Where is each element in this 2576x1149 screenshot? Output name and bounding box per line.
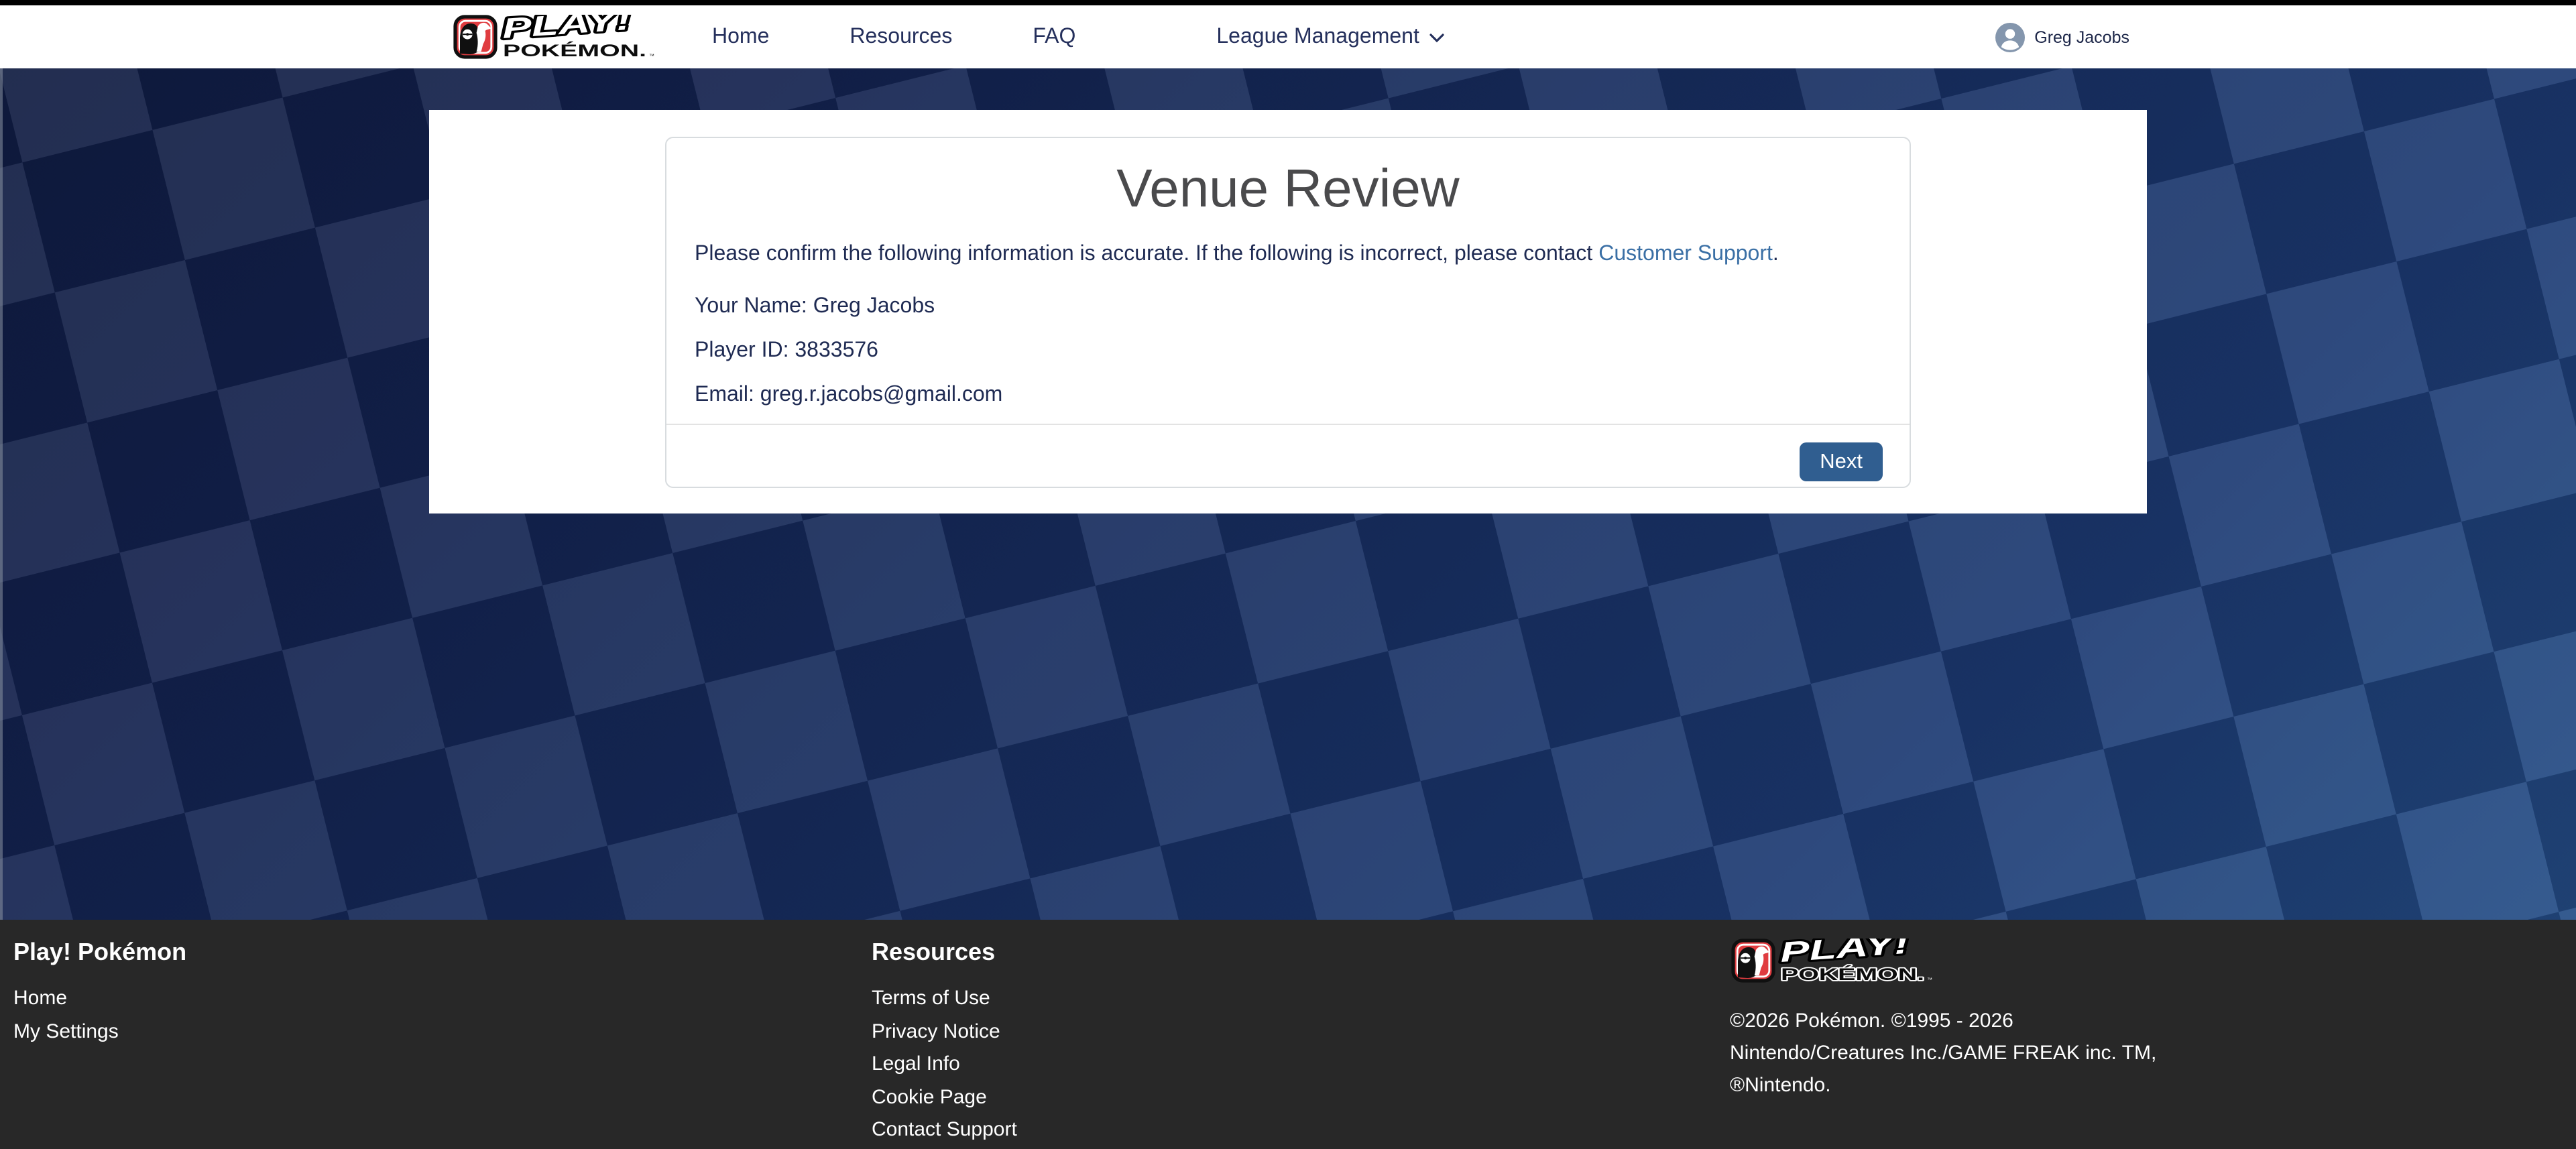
brand-play-text: PLAY!	[501, 14, 632, 44]
customer-support-link[interactable]: Customer Support	[1598, 243, 1773, 265]
footer-heading-resources: Resources	[872, 939, 1017, 967]
footer-link-my-settings[interactable]: My Settings	[13, 1021, 186, 1042]
brand-pokemon-text: POKÉMON.	[503, 40, 646, 60]
user-name: Greg Jacobs	[2034, 27, 2129, 46]
footer-link-terms-of-use[interactable]: Terms of Use	[872, 988, 1017, 1009]
nav-links: Home Resources FAQ League Management	[712, 25, 1445, 49]
footer-link-home[interactable]: Home	[13, 988, 186, 1009]
footer-play-pokemon-logo-icon: PLAY! POKÉMON. ™	[1730, 939, 1934, 984]
footer-column-legal: PLAY! POKÉMON. ™ ©2026 Pokémon. ©1995 - …	[1730, 939, 2156, 1102]
confirmation-text-before: Please confirm the following information…	[695, 243, 1598, 265]
chevron-down-icon	[1430, 34, 1445, 43]
footer-brand-play-text: PLAY!	[1779, 939, 1910, 968]
footer-link-legal-info[interactable]: Legal Info	[872, 1054, 1017, 1075]
user-menu[interactable]: Greg Jacobs	[1995, 22, 2129, 52]
copyright: ©2026 Pokémon. ©1995 - 2026 Nintendo/Cre…	[1730, 1006, 2156, 1102]
nav-league-management[interactable]: League Management	[1216, 25, 1444, 49]
footer-link-contact-support[interactable]: Contact Support	[872, 1120, 1017, 1140]
top-black-strip	[0, 0, 2576, 5]
footer: Play! Pokémon Home My Settings Resources…	[0, 920, 2576, 1149]
footer-link-privacy-notice[interactable]: Privacy Notice	[872, 1021, 1017, 1042]
content-panel: Venue Review Please confirm the followin…	[429, 110, 2147, 513]
confirmation-text-after: .	[1773, 243, 1779, 265]
venue-review-card: Venue Review Please confirm the followin…	[665, 137, 1911, 488]
next-button[interactable]: Next	[1800, 442, 1883, 481]
footer-brand-pokemon-text: POKÉMON.	[1781, 965, 1924, 984]
copyright-line-1: ©2026 Pokémon. ©1995 - 2026	[1730, 1006, 2156, 1038]
footer-column-resources: Resources Terms of Use Privacy Notice Le…	[872, 939, 1017, 1149]
footer-heading-play-pokemon: Play! Pokémon	[13, 939, 186, 967]
nav-resources[interactable]: Resources	[850, 25, 952, 49]
card-footer: Next	[666, 424, 1910, 500]
page: PLAY! POKÉMON. ™ Home Resources FAQ Leag…	[0, 0, 2576, 1149]
user-avatar-icon	[1995, 22, 2025, 52]
brand-tm-mark: ™	[649, 52, 654, 58]
nav-faq[interactable]: FAQ	[1033, 25, 1075, 49]
footer-brand-tm-mark: ™	[1927, 977, 1932, 983]
footer-column-play-pokemon: Play! Pokémon Home My Settings	[13, 939, 186, 1054]
play-pokemon-logo[interactable]: PLAY! POKÉMON. ™	[453, 14, 654, 60]
main-area: Venue Review Please confirm the followin…	[0, 68, 2576, 920]
confirmation-text: Please confirm the following information…	[695, 239, 1881, 271]
copyright-line-3: ®Nintendo.	[1730, 1070, 2156, 1102]
player-id-line: Player ID: 3833576	[695, 335, 1881, 367]
nav-league-management-label: League Management	[1216, 25, 1419, 49]
left-edge-line	[0, 68, 3, 920]
player-name-line: Your Name: Greg Jacobs	[695, 291, 1881, 323]
navbar: PLAY! POKÉMON. ™ Home Resources FAQ Leag…	[0, 5, 2576, 68]
play-pokemon-logo-icon: PLAY! POKÉMON. ™	[453, 14, 654, 60]
player-email-line: Email: greg.r.jacobs@gmail.com	[695, 379, 1881, 412]
nav-home[interactable]: Home	[712, 25, 769, 49]
footer-link-cookie-page[interactable]: Cookie Page	[872, 1087, 1017, 1107]
page-title: Venue Review	[695, 160, 1881, 220]
copyright-line-2: Nintendo/Creatures Inc./GAME FREAK inc. …	[1730, 1038, 2156, 1070]
card-body: Venue Review Please confirm the followin…	[666, 138, 1910, 424]
